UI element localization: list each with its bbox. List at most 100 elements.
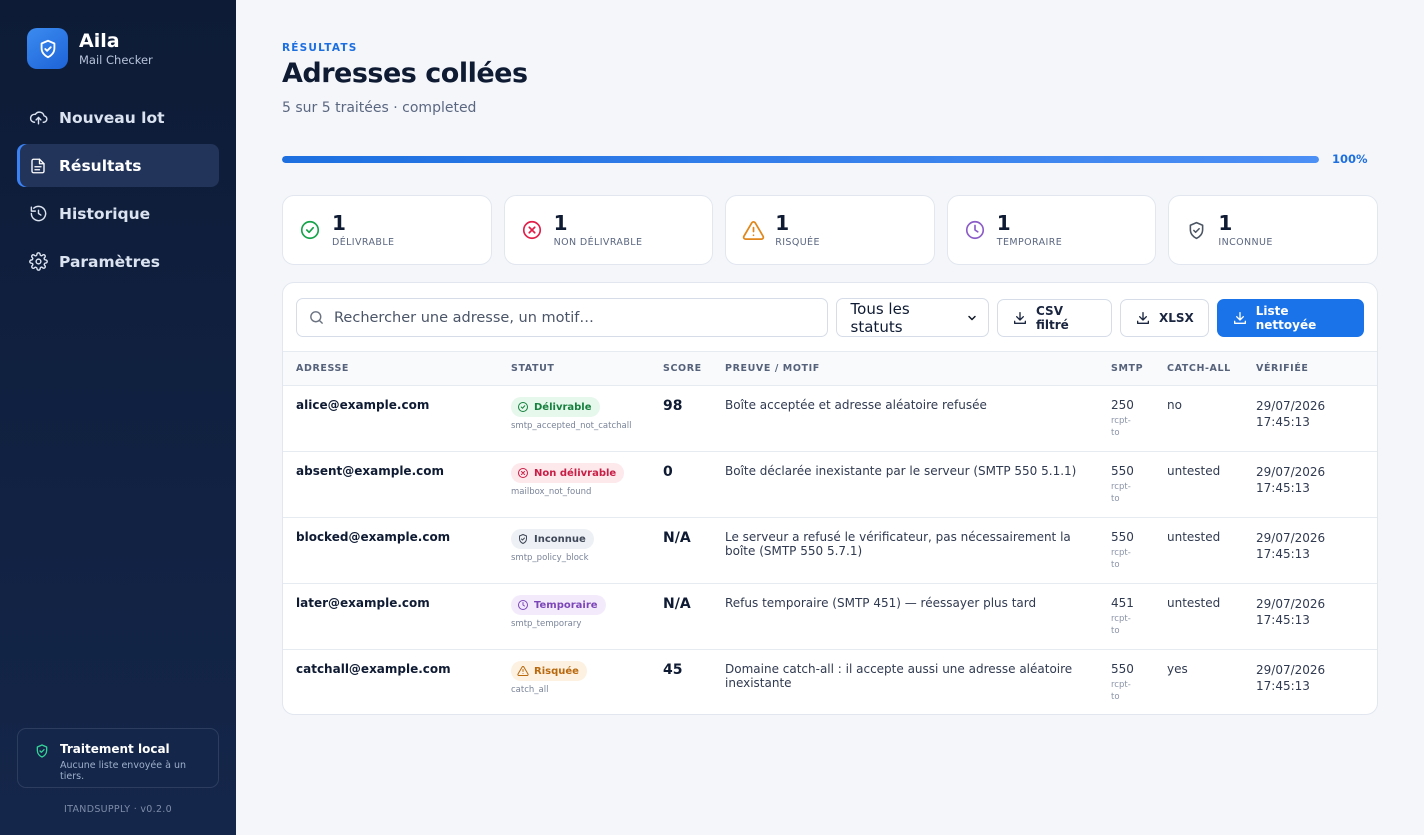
cell-address: later@example.com bbox=[283, 583, 511, 650]
search-input[interactable] bbox=[334, 309, 814, 326]
brand-name: Aila bbox=[79, 29, 120, 52]
shield-check-icon bbox=[34, 743, 50, 787]
stat-card-inconnue[interactable]: 1 INCONNUE bbox=[1168, 195, 1378, 265]
stat-count: 1 bbox=[775, 211, 790, 235]
sidebar-item-parametres[interactable]: Paramètres bbox=[17, 240, 219, 283]
warning-triangle-icon bbox=[517, 665, 529, 677]
export-clean-list-button[interactable]: Liste nettoyée bbox=[1216, 298, 1365, 337]
status-badge: Délivrable bbox=[511, 397, 600, 417]
progress-bar bbox=[282, 156, 1319, 163]
smtp-stage: rcpt-to bbox=[1111, 614, 1131, 636]
status-badge-label: Risquée bbox=[534, 665, 579, 677]
export-clean-list-label: Liste nettoyée bbox=[1255, 303, 1317, 332]
cell-smtp: 550 rcpt-to bbox=[1111, 650, 1167, 715]
progress-fill bbox=[282, 156, 1319, 163]
cell-address: blocked@example.com bbox=[283, 517, 511, 584]
smtp-code: 550 bbox=[1111, 464, 1134, 478]
stat-label: NON DÉLIVRABLE bbox=[553, 237, 643, 248]
sidebar-item-label: Résultats bbox=[59, 156, 142, 175]
table-row[interactable]: alice@example.com Délivrable smtp_accepted… bbox=[283, 385, 1377, 452]
results-toolbar: Tous les statuts CSV filtré XLSX bbox=[296, 298, 1365, 337]
cell-catch-all: untested bbox=[1167, 451, 1256, 518]
cell-score: N/A bbox=[663, 517, 725, 584]
page-title: Adresses collées bbox=[282, 58, 528, 89]
verified-time: 17:45:13 bbox=[1256, 613, 1310, 627]
cell-address: absent@example.com bbox=[283, 451, 511, 518]
stat-card-risquee[interactable]: 1 RISQUÉE bbox=[725, 195, 935, 265]
email-address[interactable]: alice@example.com bbox=[296, 398, 511, 412]
export-csv-button[interactable]: CSV filtré bbox=[997, 298, 1112, 337]
status-reason-code: smtp_accepted_not_catchall bbox=[511, 421, 632, 431]
stat-card-delivrable[interactable]: 1 DÉLIVRABLE bbox=[282, 195, 492, 265]
cell-score: 45 bbox=[663, 650, 725, 715]
verified-time: 17:45:13 bbox=[1256, 547, 1310, 561]
page-subtitle: 5 sur 5 traitées · completed bbox=[282, 100, 477, 116]
table-row[interactable]: later@example.com Temporaire smtp_temporar… bbox=[283, 583, 1377, 650]
column-header-verifiee[interactable]: VÉRIFIÉE bbox=[1256, 351, 1377, 386]
verified-date: 29/07/2026 bbox=[1256, 399, 1326, 413]
table-row[interactable]: blocked@example.com Inconnue smtp_policy_b… bbox=[283, 517, 1377, 584]
cell-address: catchall@example.com bbox=[283, 650, 511, 715]
cell-score: 98 bbox=[663, 385, 725, 452]
cell-status: Inconnue smtp_policy_block bbox=[511, 517, 663, 584]
verified-time: 17:45:13 bbox=[1256, 415, 1310, 429]
history-icon bbox=[28, 204, 48, 224]
score-value: N/A bbox=[663, 530, 691, 546]
table-row[interactable]: absent@example.com Non délivrable mailbox_… bbox=[283, 451, 1377, 518]
cell-catch-all: untested bbox=[1167, 517, 1256, 584]
stat-count: 1 bbox=[553, 211, 568, 235]
cell-proof: Le serveur a refusé le vérificateur, pas… bbox=[725, 517, 1111, 584]
proof-text: Boîte déclarée inexistante par le serveu… bbox=[725, 464, 1077, 478]
stat-count: 1 bbox=[1218, 211, 1233, 235]
check-circle-icon bbox=[298, 218, 322, 242]
email-address[interactable]: later@example.com bbox=[296, 596, 511, 610]
brand-subtitle: Mail Checker bbox=[79, 52, 153, 67]
smtp-code: 451 bbox=[1111, 596, 1134, 610]
cell-catch-all: no bbox=[1167, 385, 1256, 452]
sidebar-item-label: Nouveau lot bbox=[59, 108, 165, 127]
table-row[interactable]: catchall@example.com Risquée catch_all 45 Do… bbox=[283, 650, 1377, 715]
cell-proof: Refus temporaire (SMTP 451) — réessayer … bbox=[725, 583, 1111, 650]
column-header-preuve[interactable]: PREUVE / MOTIF bbox=[725, 351, 1111, 386]
column-header-smtp[interactable]: SMTP bbox=[1111, 351, 1167, 386]
stat-card-non-delivrable[interactable]: 1 NON DÉLIVRABLE bbox=[503, 195, 714, 265]
column-header-adresse[interactable]: ADRESSE bbox=[283, 351, 511, 386]
progress-label: 100% bbox=[1332, 152, 1368, 166]
export-xlsx-label: XLSX bbox=[1158, 310, 1194, 325]
sidebar-item-resultats[interactable]: Résultats bbox=[17, 144, 219, 187]
status-reason-code: catch_all bbox=[511, 685, 549, 695]
status-filter-select[interactable]: Tous les statuts bbox=[835, 298, 990, 337]
sidebar-item-nouveau-lot[interactable]: Nouveau lot bbox=[17, 96, 219, 139]
column-header-catch-all[interactable]: CATCH-ALL bbox=[1167, 351, 1256, 386]
cell-smtp: 550 rcpt-to bbox=[1111, 517, 1167, 584]
stat-count: 1 bbox=[332, 211, 346, 235]
export-xlsx-button[interactable]: XLSX bbox=[1119, 298, 1209, 337]
cell-smtp: 451 rcpt-to bbox=[1111, 583, 1167, 650]
local-title: Traitement local bbox=[60, 742, 170, 756]
verified-date: 29/07/2026 bbox=[1256, 597, 1326, 611]
cell-verified: 29/07/2026 17:45:13 bbox=[1256, 451, 1377, 518]
verified-time: 17:45:13 bbox=[1256, 679, 1310, 693]
email-address[interactable]: blocked@example.com bbox=[296, 530, 511, 544]
status-badge: Non délivrable bbox=[511, 463, 625, 483]
cell-verified: 29/07/2026 17:45:13 bbox=[1256, 385, 1377, 452]
chevron-down-icon bbox=[966, 312, 978, 324]
status-badge: Temporaire bbox=[511, 595, 606, 615]
verified-time: 17:45:13 bbox=[1256, 481, 1310, 495]
column-header-statut[interactable]: STATUT bbox=[511, 351, 663, 386]
status-badge-label: Temporaire bbox=[534, 599, 598, 611]
score-value: 45 bbox=[663, 662, 683, 678]
stats-row: 1 DÉLIVRABLE 1 NON DÉLIVRABLE 1 RISQUÉE bbox=[282, 195, 1378, 265]
sidebar-item-historique[interactable]: Historique bbox=[17, 192, 219, 235]
verified-date: 29/07/2026 bbox=[1256, 465, 1326, 479]
column-header-score[interactable]: SCORE bbox=[663, 351, 725, 386]
download-icon bbox=[1135, 310, 1151, 326]
email-address[interactable]: catchall@example.com bbox=[296, 662, 511, 676]
stat-card-temporaire[interactable]: 1 TEMPORAIRE bbox=[946, 195, 1157, 265]
search-box[interactable] bbox=[296, 298, 828, 337]
email-address[interactable]: absent@example.com bbox=[296, 464, 511, 478]
smtp-code: 550 bbox=[1111, 530, 1134, 544]
score-value: N/A bbox=[663, 596, 691, 612]
cell-status: Risquée catch_all bbox=[511, 650, 663, 715]
upload-cloud-icon bbox=[28, 108, 48, 128]
